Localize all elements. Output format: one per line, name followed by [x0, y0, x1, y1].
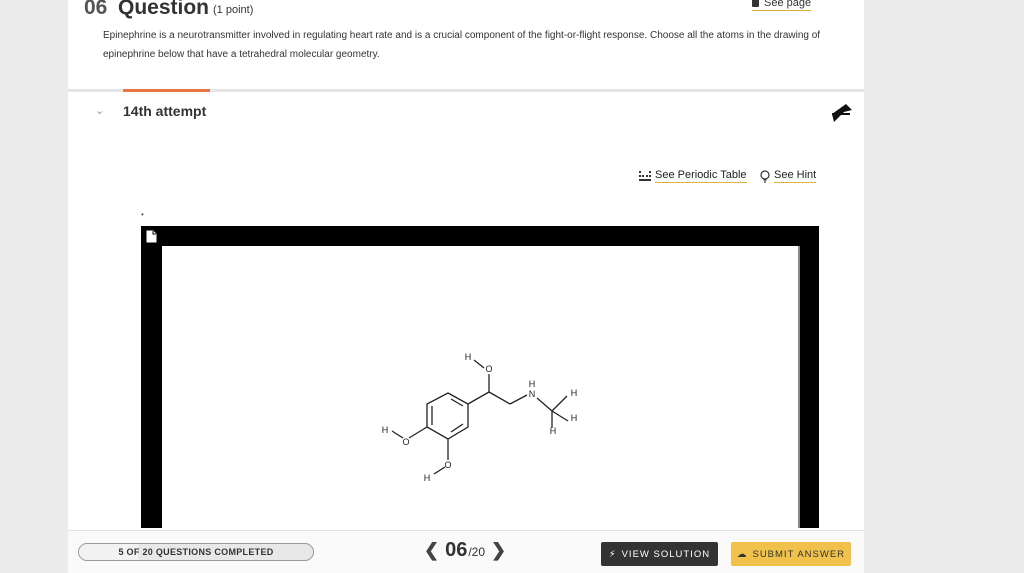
question-number: 06 [84, 0, 108, 19]
see-periodic-table-link[interactable]: See Periodic Table [639, 169, 747, 183]
atom-h-methyl-3[interactable]: H [550, 426, 557, 436]
progress-bar: 5 OF 20 QUESTIONS COMPLETED [78, 543, 314, 561]
chevron-down-icon[interactable]: ⌄ [95, 104, 104, 117]
view-solution-button[interactable]: ⚡︎ VIEW SOLUTION [601, 542, 718, 566]
atom-o-left[interactable]: O [402, 437, 409, 447]
pin-icon[interactable] [828, 100, 856, 126]
next-question-button[interactable]: ❯ [491, 540, 506, 561]
atom-h-left[interactable]: H [382, 425, 389, 435]
molecule-drawing-area[interactable]: H O H N H H H H O O H [162, 246, 800, 528]
document-icon[interactable] [146, 230, 157, 243]
submit-answer-label: SUBMIT ANSWER [752, 548, 846, 560]
current-question-number: 06 [445, 539, 468, 561]
see-hint-label: See Hint [774, 169, 817, 183]
atom-o-top[interactable]: O [485, 364, 492, 374]
drawing-canvas-frame: H O H N H H H H O O H [141, 226, 819, 528]
atom-h-amine[interactable]: H [529, 379, 536, 389]
atom-h-methyl-2[interactable]: H [571, 413, 578, 423]
question-panel: 06 Question (1 point) See page Epinephri… [68, 0, 864, 573]
cloud-upload-icon: ☁ [736, 548, 748, 560]
total-questions: /20 [468, 545, 486, 559]
atom-n[interactable]: N [529, 389, 536, 399]
view-solution-label: VIEW SOLUTION [621, 548, 711, 560]
see-hint-link[interactable]: See Hint [760, 169, 817, 183]
epinephrine-structure[interactable]: H O H N H H H H O O H [162, 246, 798, 528]
atom-o-bottom[interactable]: O [444, 460, 451, 470]
periodic-table-icon [639, 171, 651, 181]
see-periodic-table-label: See Periodic Table [655, 169, 747, 183]
see-page-label: See page [764, 0, 812, 9]
lightbulb-icon [760, 169, 770, 183]
atom-h-methyl-1[interactable]: H [571, 388, 578, 398]
question-title: Question [118, 0, 210, 19]
attempt-title: 14th attempt [123, 103, 207, 119]
progress-label: 5 OF 20 QUESTIONS COMPLETED [118, 547, 274, 557]
footer-bar: 5 OF 20 QUESTIONS COMPLETED ❮ 06 /20 ❯ ⚡… [68, 530, 864, 573]
question-text: Epinephrine is a neurotransmitter involv… [103, 30, 821, 60]
question-points: (1 point) [213, 4, 254, 16]
atom-h-bottom[interactable]: H [424, 473, 431, 483]
previous-question-button[interactable]: ❮ [424, 540, 439, 561]
atom-h-top[interactable]: H [465, 352, 472, 362]
marker-dot: • [141, 210, 144, 219]
divider-accent [123, 89, 210, 92]
see-page-link[interactable]: See page [752, 0, 812, 11]
book-icon [752, 0, 759, 7]
submit-answer-button[interactable]: ☁ SUBMIT ANSWER [731, 542, 851, 566]
question-pager: ❮ 06 /20 ❯ [424, 539, 506, 562]
lightning-icon: ⚡︎ [608, 548, 617, 560]
